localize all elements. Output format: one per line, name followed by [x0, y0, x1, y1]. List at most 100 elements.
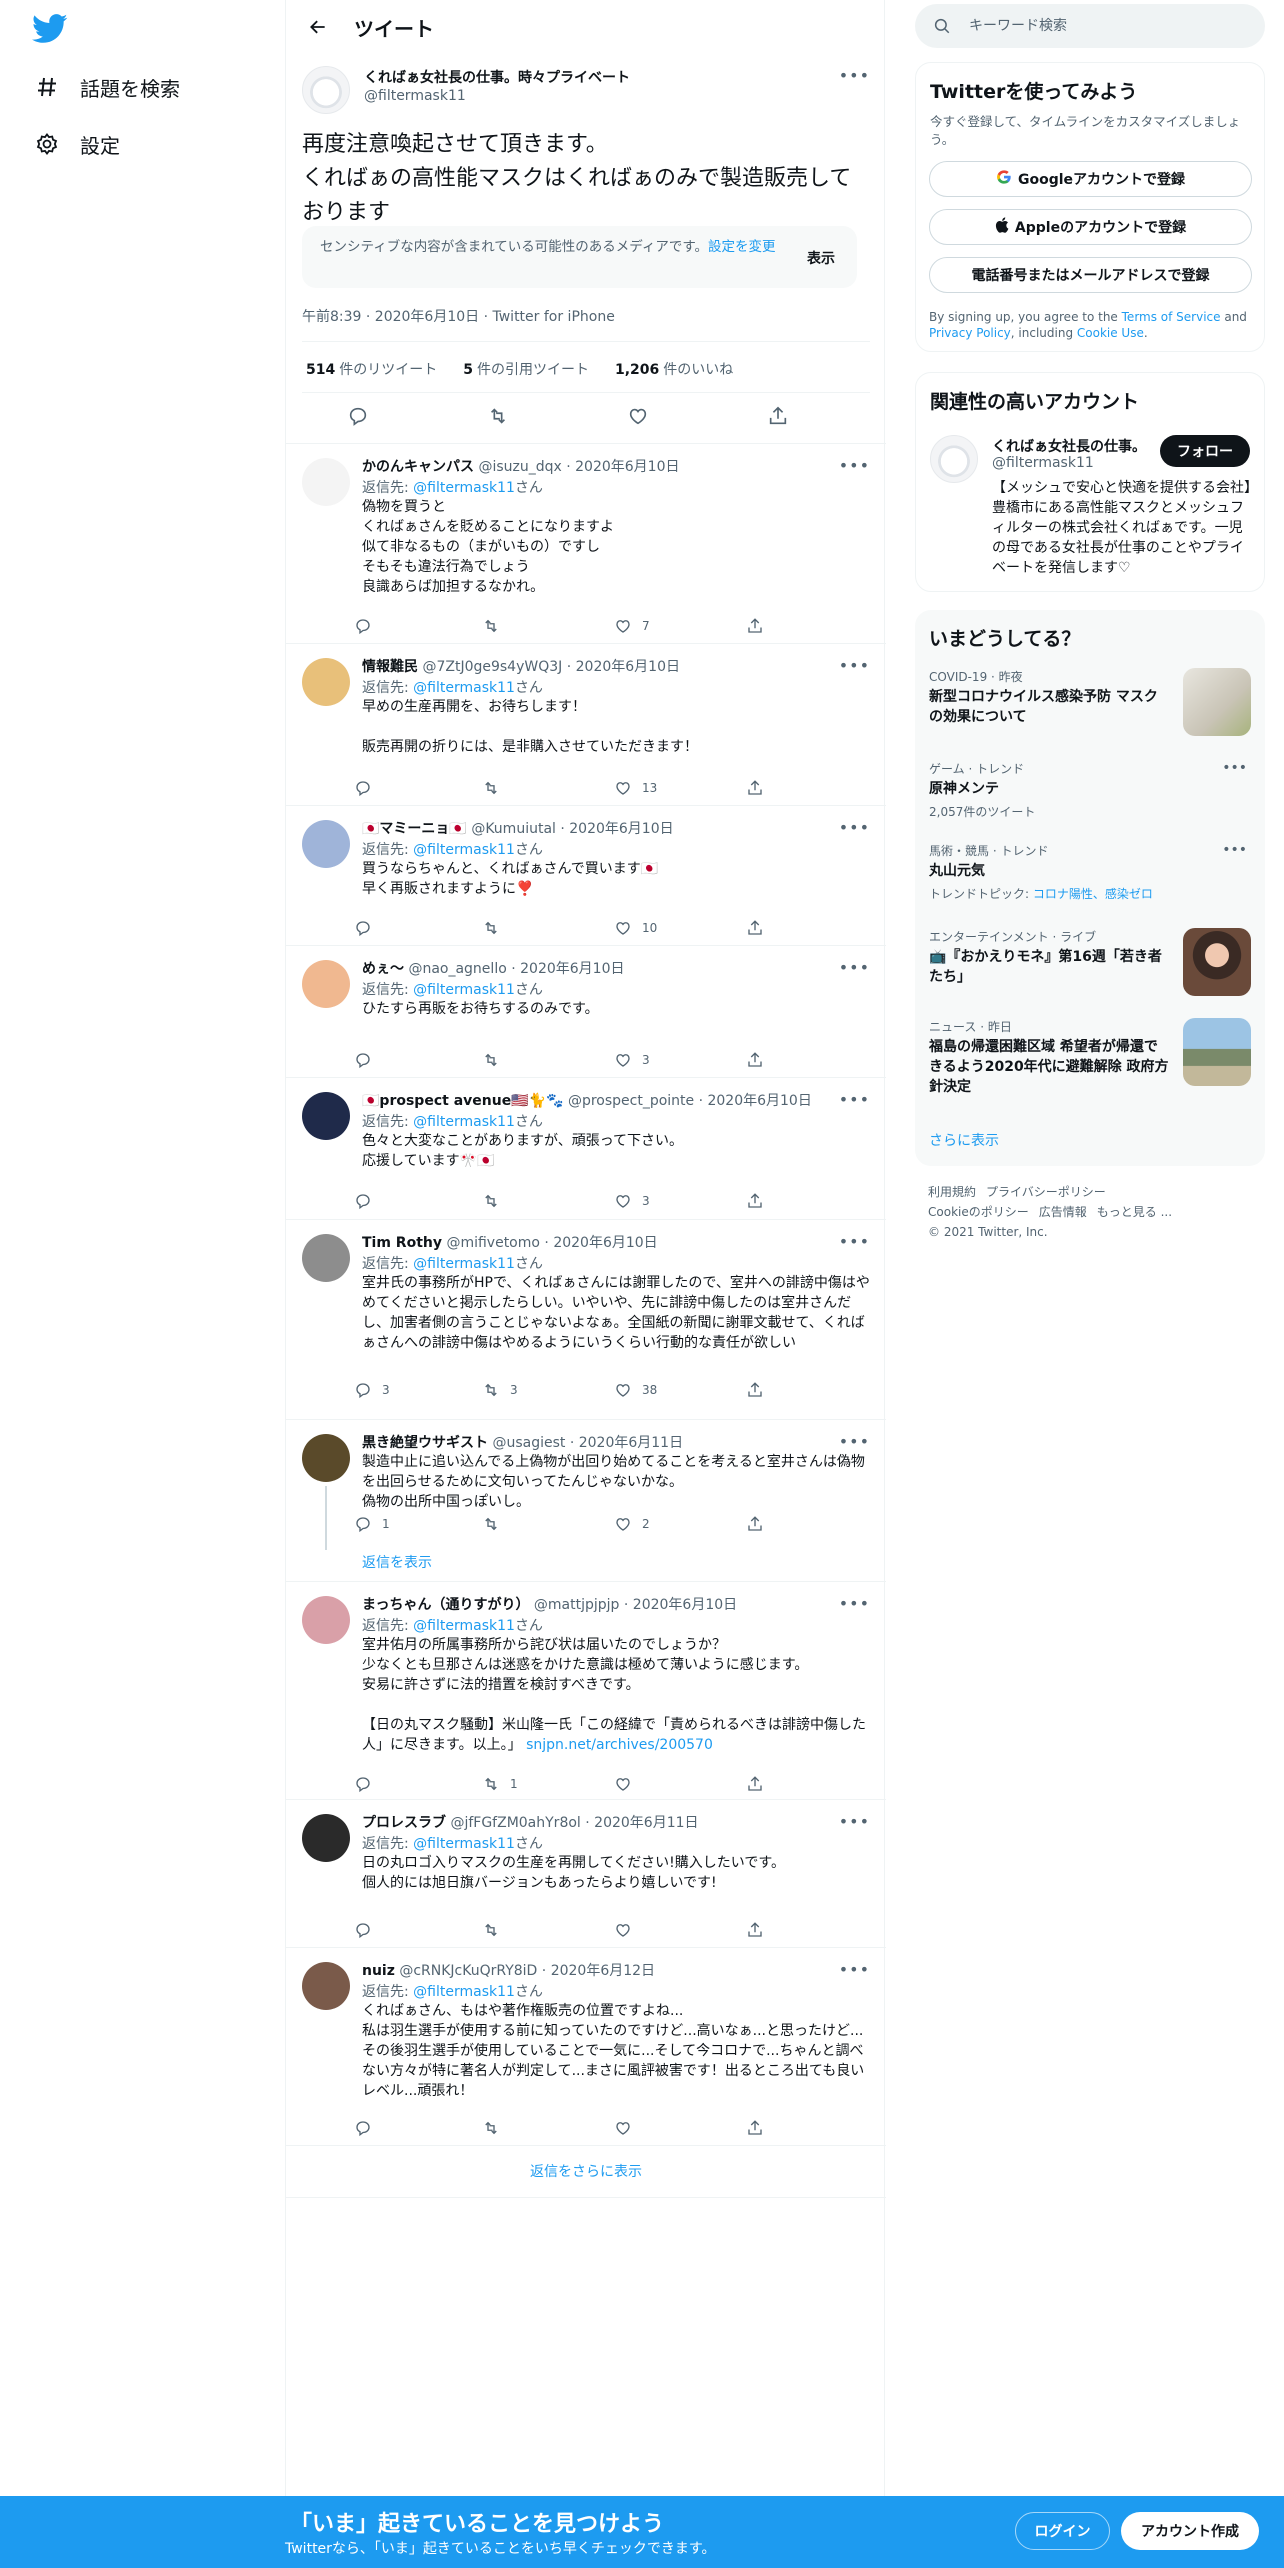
- follow-button[interactable]: フォロー: [1160, 435, 1250, 467]
- more-link[interactable]: もっと見る ...: [1097, 1205, 1172, 1219]
- more-options-icon[interactable]: •••: [1222, 760, 1247, 776]
- share-icon[interactable]: [746, 1189, 774, 1213]
- reply-date[interactable]: · 2020年6月10日: [560, 821, 673, 837]
- retweet-icon[interactable]: [482, 1918, 510, 1942]
- like-icon[interactable]: [614, 2116, 642, 2140]
- reply-date[interactable]: · 2020年6月11日: [585, 1815, 698, 1831]
- like-icon[interactable]: [614, 1772, 642, 1796]
- retweet-icon[interactable]: [482, 614, 510, 638]
- like-icon[interactable]: 7: [614, 614, 650, 638]
- author-name[interactable]: プロレスラブ: [362, 1815, 446, 1831]
- share-icon[interactable]: [764, 402, 792, 430]
- author-handle[interactable]: @usagiest: [492, 1435, 565, 1451]
- author-handle[interactable]: @prospect_pointe: [568, 1093, 694, 1109]
- cookie-policy-link[interactable]: Cookieのポリシー: [928, 1205, 1029, 1219]
- reply-icon[interactable]: [354, 1189, 382, 1213]
- author-name[interactable]: 黒き絶望ウサギスト: [362, 1435, 488, 1451]
- trend-item[interactable]: COVID-19 · 昨夜 新型コロナウイルス感染予防 マスクの効果について: [929, 668, 1251, 736]
- privacy-link[interactable]: Privacy Policy: [929, 326, 1011, 340]
- author-name[interactable]: くればぁ女社長の仕事。時々プライベート: [364, 67, 630, 87]
- author-name[interactable]: めぇ〜: [362, 961, 404, 977]
- more-options-icon[interactable]: •••: [839, 1232, 870, 1251]
- change-settings-link[interactable]: 設定を変更: [708, 239, 776, 255]
- share-icon[interactable]: [746, 1772, 774, 1796]
- reply-tweet[interactable]: かのんキャンパス @isuzu_dqx · 2020年6月10日 ••• 返信先: …: [286, 444, 886, 644]
- reply-date[interactable]: · 2020年6月10日: [624, 1597, 737, 1613]
- reply-to-link[interactable]: @filtermask11: [413, 842, 515, 858]
- retweet-icon[interactable]: 1: [482, 1772, 518, 1796]
- more-options-icon[interactable]: •••: [839, 66, 870, 85]
- avatar[interactable]: [302, 1234, 350, 1282]
- author-name[interactable]: 🇯🇵マミーニョ🇯🇵: [362, 821, 467, 837]
- share-icon[interactable]: [746, 916, 774, 940]
- trend-topic-link[interactable]: コロナ陽性、感染ゼロ: [1033, 887, 1153, 901]
- reply-tweet[interactable]: プロレスラブ @jfFGfZM0ahYr8ol · 2020年6月11日 ••• 返…: [286, 1800, 886, 1948]
- avatar[interactable]: [302, 66, 350, 114]
- author-name[interactable]: nuiz: [362, 1963, 395, 1979]
- author-name[interactable]: まっちゃん（通りすがり）: [362, 1597, 529, 1613]
- reply-tweet[interactable]: 黒き絶望ウサギスト @usagiest · 2020年6月11日 ••• 製造中止に…: [286, 1420, 886, 1582]
- phone-signup-button[interactable]: 電話番号またはメールアドレスで登録: [929, 257, 1252, 293]
- share-icon[interactable]: [746, 776, 774, 800]
- reply-tweet[interactable]: Tim Rothy @mifivetomo · 2020年6月10日 ••• 返信先…: [286, 1220, 886, 1420]
- reply-to-link[interactable]: @filtermask11: [413, 680, 515, 696]
- reply-icon[interactable]: 1: [354, 1512, 390, 1536]
- share-icon[interactable]: [746, 1378, 774, 1402]
- share-icon[interactable]: [746, 1048, 774, 1072]
- reply-icon[interactable]: [354, 1772, 382, 1796]
- trend-item[interactable]: ゲーム · トレンド 原神メンテ 2,057件のツイート •••: [929, 760, 1251, 820]
- like-icon[interactable]: 13: [614, 776, 657, 800]
- trend-item[interactable]: 馬術・競馬 · トレンド 丸山元気 トレンドトピック: コロナ陽性、感染ゼロ •…: [929, 842, 1251, 902]
- show-replies-link[interactable]: 返信を表示: [362, 1552, 432, 1572]
- reply-to-link[interactable]: @filtermask11: [413, 1114, 515, 1130]
- nav-settings[interactable]: 設定: [34, 124, 120, 164]
- retweet-icon[interactable]: [482, 1512, 510, 1536]
- reply-to-link[interactable]: @filtermask11: [413, 1984, 515, 2000]
- avatar[interactable]: [302, 1434, 350, 1482]
- author-handle[interactable]: @Kumuiutal: [471, 821, 556, 837]
- reply-tweet[interactable]: nuiz @cRNKJcKuQrRY8iD · 2020年6月12日 ••• 返信先…: [286, 1948, 886, 2146]
- apple-signup-button[interactable]: Appleのアカウントで登録: [929, 209, 1252, 245]
- avatar[interactable]: [930, 435, 978, 483]
- login-button[interactable]: ログイン: [1015, 2512, 1110, 2550]
- nav-explore[interactable]: 話題を検索: [34, 67, 180, 107]
- like-icon[interactable]: 38: [614, 1378, 657, 1402]
- reply-icon[interactable]: [354, 916, 382, 940]
- signup-button[interactable]: アカウント作成: [1121, 2512, 1259, 2550]
- reply-to-link[interactable]: @filtermask11: [413, 982, 515, 998]
- share-icon[interactable]: [746, 2116, 774, 2140]
- reply-date[interactable]: · 2020年6月11日: [570, 1435, 683, 1451]
- reply-icon[interactable]: [354, 1048, 382, 1072]
- related-handle[interactable]: @filtermask11: [992, 455, 1094, 471]
- reply-to-link[interactable]: @filtermask11: [413, 1256, 515, 1272]
- reply-tweet[interactable]: めぇ〜 @nao_agnello · 2020年6月10日 ••• 返信先: @fi…: [286, 946, 886, 1078]
- author-handle[interactable]: @jfFGfZM0ahYr8ol: [450, 1815, 580, 1831]
- reply-icon[interactable]: 3: [354, 1378, 390, 1402]
- retweet-icon[interactable]: [482, 2116, 510, 2140]
- twitter-logo-icon[interactable]: [32, 14, 68, 44]
- terms-link[interactable]: 利用規約: [928, 1185, 976, 1199]
- reply-icon[interactable]: [344, 402, 372, 430]
- retweet-icon[interactable]: [482, 916, 510, 940]
- avatar[interactable]: [302, 1596, 350, 1644]
- related-name[interactable]: くればぁ女社長の仕事。: [992, 436, 1146, 456]
- author-handle[interactable]: @mattjpjpjp: [534, 1597, 620, 1613]
- more-options-icon[interactable]: •••: [839, 1812, 870, 1831]
- reply-icon[interactable]: [354, 1918, 382, 1942]
- avatar[interactable]: [302, 1092, 350, 1140]
- author-name[interactable]: かのんキャンパス: [362, 459, 474, 475]
- more-options-icon[interactable]: •••: [839, 1432, 870, 1451]
- more-options-icon[interactable]: •••: [839, 656, 870, 675]
- more-options-icon[interactable]: •••: [1222, 842, 1247, 858]
- reply-date[interactable]: · 2020年6月10日: [544, 1235, 657, 1251]
- reply-icon[interactable]: [354, 614, 382, 638]
- tos-link[interactable]: Terms of Service: [1122, 310, 1221, 324]
- author-handle[interactable]: @filtermask11: [364, 88, 466, 104]
- author-handle[interactable]: @mifivetomo: [446, 1235, 540, 1251]
- avatar[interactable]: [302, 1814, 350, 1862]
- author-name[interactable]: 🇯🇵prospect avenue🇺🇸🐈🐾: [362, 1093, 563, 1109]
- trend-item[interactable]: エンターテインメント · ライブ 📺『おかえりモネ』第16週「若き者たち」: [929, 928, 1251, 996]
- avatar[interactable]: [302, 1962, 350, 2010]
- author-handle[interactable]: @7ZtJ0ge9s4yWQ3J: [422, 659, 562, 675]
- reply-date[interactable]: · 2020年6月10日: [567, 659, 680, 675]
